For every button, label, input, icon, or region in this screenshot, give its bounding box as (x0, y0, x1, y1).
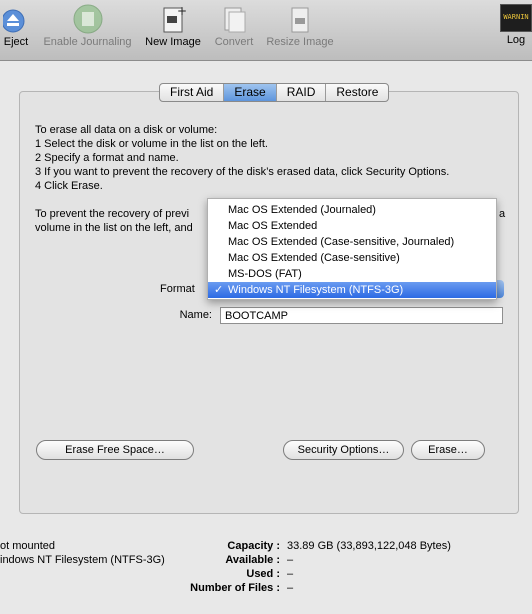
tab-erase[interactable]: Erase (224, 84, 277, 101)
format-option[interactable]: Mac OS Extended (Case-sensitive, Journal… (208, 234, 496, 250)
format-option[interactable]: Mac OS Extended (Case-sensitive) (208, 250, 496, 266)
instruction-line: To erase all data on a disk or volume: (35, 124, 218, 136)
enable-journaling-button[interactable]: Enable Journaling (40, 4, 135, 48)
instruction-line: 1 Select the disk or volume in the list … (35, 138, 268, 150)
format-option[interactable]: MS-DOS (FAT) (208, 266, 496, 282)
toolbar: Eject Enable Journaling + New Image Conv… (0, 0, 532, 61)
security-paragraph-tail: a (499, 208, 506, 220)
format-option-selected[interactable]: ✓ Windows NT Filesystem (NTFS-3G) (208, 282, 496, 298)
used-value: – (287, 568, 294, 580)
resize-image-icon (291, 7, 309, 33)
used-label: Used : (246, 568, 280, 580)
number-of-files-value: – (287, 582, 294, 594)
erase-button[interactable]: Erase… (411, 440, 485, 460)
erase-free-space-button[interactable]: Erase Free Space… (36, 440, 194, 460)
number-of-files-label: Number of Files : (190, 582, 280, 594)
tab-bar: First Aid Erase RAID Restore (159, 83, 390, 102)
checkmark-icon: ✓ (214, 284, 224, 296)
resize-image-button[interactable]: Resize Image (264, 4, 336, 48)
available-label: Available : (225, 554, 280, 566)
format-label: Format (160, 283, 195, 295)
available-value: – (287, 554, 294, 566)
capacity-value: 33.89 GB (33,893,122,048 Bytes) (287, 540, 451, 552)
security-paragraph-line: volume in the list on the left, and (35, 222, 193, 234)
name-label: Name: (179, 309, 212, 321)
log-button[interactable]: WARNIN Log (500, 4, 532, 46)
instruction-line: 3 If you want to prevent the recovery of… (35, 166, 450, 178)
capacity-label: Capacity : (227, 540, 280, 552)
tab-first-aid[interactable]: First Aid (160, 84, 225, 101)
log-icon: WARNIN (500, 4, 532, 32)
journal-icon (73, 4, 102, 34)
eject-icon (3, 9, 25, 33)
new-image-button[interactable]: + New Image (142, 4, 204, 48)
security-paragraph-line: To prevent the recovery of previ (35, 208, 190, 220)
format-option[interactable]: Mac OS Extended (Journaled) (208, 202, 496, 218)
format-dropdown-menu: Mac OS Extended (Journaled) Mac OS Exten… (207, 198, 497, 300)
instruction-line: 2 Specify a format and name. (35, 152, 179, 164)
format-option-label: Windows NT Filesystem (NTFS-3G) (228, 284, 404, 296)
filesystem-type: indows NT Filesystem (NTFS-3G) (0, 554, 165, 566)
instruction-line: 4 Click Erase. (35, 180, 103, 192)
tab-raid[interactable]: RAID (277, 84, 327, 101)
new-image-icon: + (163, 4, 187, 33)
mount-status: ot mounted (0, 540, 56, 552)
svg-text:+: + (177, 4, 187, 18)
name-field[interactable] (220, 307, 503, 324)
format-option[interactable]: Mac OS Extended (208, 218, 496, 234)
tab-restore[interactable]: Restore (326, 84, 388, 101)
security-options-button[interactable]: Security Options… (283, 440, 404, 460)
convert-button[interactable]: Convert (210, 4, 258, 48)
convert-icon (224, 7, 246, 33)
eject-button[interactable]: Eject (0, 4, 32, 48)
